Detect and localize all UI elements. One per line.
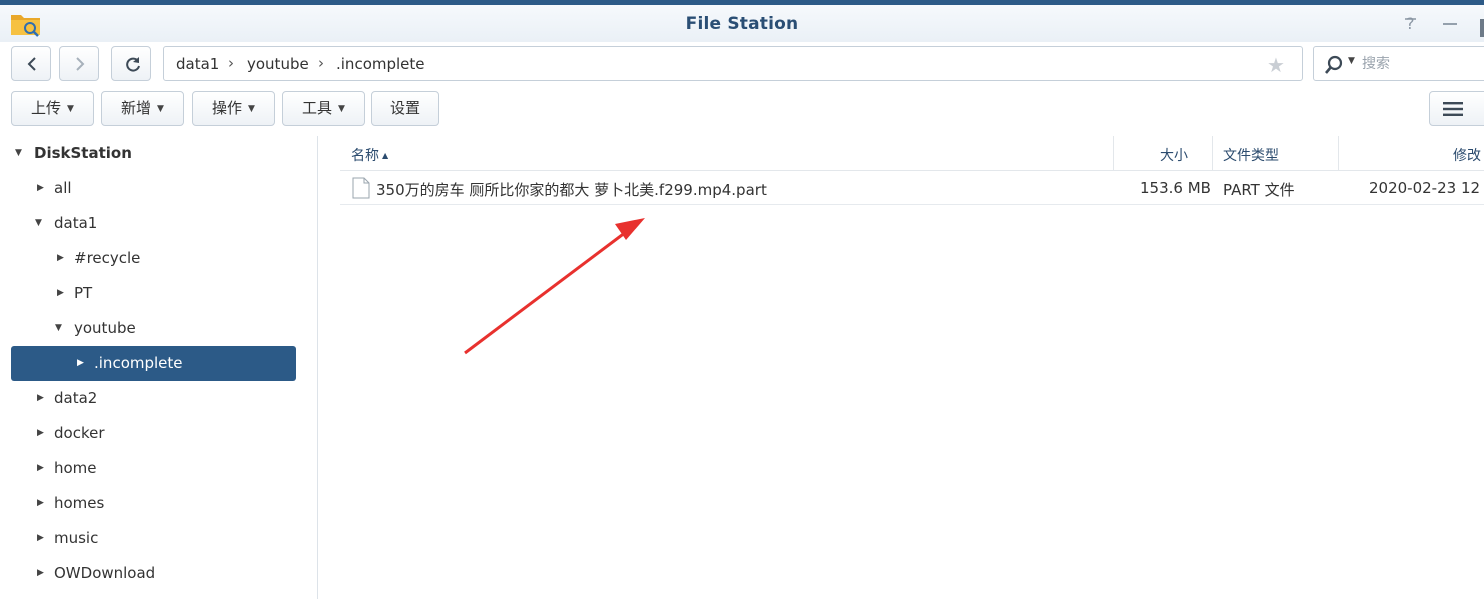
folder-tree-sidebar: ▼ DiskStation ▶ all ▼ data1 ▶ #recycle ▶… [0,136,318,599]
tree-item-label: home [54,459,97,477]
tree-item-incomplete[interactable]: ▶ .incomplete [11,346,296,381]
upload-button[interactable]: 上传 ▼ [11,91,94,126]
tree-item-docker[interactable]: ▶ docker [11,416,296,451]
column-header-size[interactable]: 大小 [1160,145,1188,165]
breadcrumb-youtube[interactable]: youtube [247,55,309,73]
tree-item-recycle[interactable]: ▶ #recycle [11,241,296,276]
window-title: File Station [685,14,799,34]
file-icon [352,177,370,199]
breadcrumb-incomplete[interactable]: .incomplete [336,55,425,73]
tree-item-homes[interactable]: ▶ homes [11,486,296,521]
view-mode-button[interactable] [1429,91,1484,126]
settings-label: 设置 [389,99,420,117]
breadcrumb-data1[interactable]: data1 [176,55,219,73]
tree-item-youtube[interactable]: ▼ youtube [11,311,296,346]
tree-root-label: DiskStation [34,144,132,162]
tree-item-label: data1 [54,214,98,232]
file-list-header: 名称 ▲ 大小 文件类型 修改 [340,136,1484,171]
caret-down-icon: ▼ [248,104,255,114]
maximize-icon[interactable] [1480,19,1484,37]
tree-item-data1[interactable]: ▼ data1 [11,206,296,241]
file-modified: 2020-02-23 12 [1369,179,1481,197]
minimize-icon[interactable] [1438,11,1462,35]
breadcrumb-separator-icon: › [318,54,324,72]
search-box[interactable]: ▼ [1313,46,1484,81]
action-label: 操作 [212,99,243,117]
caret-down-icon: ▼ [157,104,164,114]
file-row[interactable]: 350万的房车 厕所比你家的都大 萝卜北美.f299.mp4.part 153.… [340,171,1484,205]
chevron-right-icon [76,57,85,71]
caret-down-icon: ▼ [67,104,74,114]
expand-right-icon[interactable]: ▶ [37,451,44,486]
tree-item-label: docker [54,424,105,442]
tree-item-label: music [54,529,99,547]
expand-right-icon[interactable]: ▶ [37,381,44,416]
tree-item-label: OWDownload [54,564,156,582]
path-bar[interactable]: data1 › youtube › .incomplete ★ [163,46,1303,81]
expand-right-icon[interactable]: ▶ [37,521,44,556]
column-divider[interactable] [1338,136,1339,171]
new-button[interactable]: 新增 ▼ [101,91,184,126]
expand-right-icon[interactable]: ▶ [77,346,84,381]
settings-button[interactable]: 设置 [371,91,439,126]
action-button[interactable]: 操作 ▼ [192,91,275,126]
svg-text:?: ? [1406,14,1415,33]
column-divider[interactable] [1113,136,1114,171]
tree-item-label: .incomplete [94,354,183,372]
new-label: 新增 [121,99,152,117]
search-icon[interactable] [1323,54,1345,76]
expand-right-icon[interactable]: ▶ [37,556,44,591]
tree-item-data2[interactable]: ▶ data2 [11,381,296,416]
tree-root-diskstation[interactable]: ▼ DiskStation [11,136,296,171]
tree-item-music[interactable]: ▶ music [11,521,296,556]
column-header-label: 名称 [351,148,379,164]
search-input[interactable] [1362,53,1482,75]
column-header-name[interactable]: 名称 ▲ [351,145,388,165]
expand-right-icon[interactable]: ▶ [57,241,64,276]
file-name: 350万的房车 厕所比你家的都大 萝卜北美.f299.mp4.part [376,181,767,199]
expand-right-icon[interactable]: ▶ [37,486,44,521]
tools-button[interactable]: 工具 ▼ [282,91,365,126]
help-icon[interactable]: ? [1399,11,1423,35]
file-size: 153.6 MB [1140,179,1211,197]
tree-item-pt[interactable]: ▶ PT [11,276,296,311]
search-dropdown-icon[interactable]: ▼ [1348,56,1355,66]
refresh-icon [126,57,140,72]
forward-button[interactable] [59,46,99,81]
title-bar: File Station ? [0,5,1484,42]
tree-item-owdownload[interactable]: ▶ OWDownload [11,556,296,591]
expand-right-icon[interactable]: ▶ [57,276,64,311]
tree-item-label: youtube [74,319,136,337]
sort-ascending-icon: ▲ [382,151,389,160]
back-button[interactable] [11,46,51,81]
caret-down-icon: ▼ [338,104,345,114]
expand-down-icon[interactable]: ▼ [55,311,62,346]
tree-item-label: all [54,179,72,197]
list-view-icon [1443,102,1463,116]
expand-down-icon[interactable]: ▼ [15,136,22,171]
expand-right-icon[interactable]: ▶ [37,416,44,451]
tree-item-label: #recycle [74,249,141,267]
expand-down-icon[interactable]: ▼ [35,206,42,241]
tools-label: 工具 [302,99,333,117]
column-header-modified[interactable]: 修改 [1453,145,1481,165]
tree-item-label: data2 [54,389,98,407]
tree-item-home[interactable]: ▶ home [11,451,296,486]
star-icon[interactable]: ★ [1267,53,1285,77]
tree-item-label: homes [54,494,105,512]
upload-label: 上传 [31,99,62,117]
breadcrumb-separator-icon: › [228,54,234,72]
refresh-button[interactable] [111,46,151,81]
chevron-left-icon [27,57,36,71]
tree-item-all[interactable]: ▶ all [11,171,296,206]
file-station-window: File Station ? data1 › youtube › .incomp… [0,0,1484,599]
file-type: PART 文件 [1223,181,1295,199]
expand-right-icon[interactable]: ▶ [37,171,44,206]
tree-item-label: PT [74,284,93,302]
column-header-type[interactable]: 文件类型 [1223,145,1279,165]
column-divider[interactable] [1212,136,1213,171]
